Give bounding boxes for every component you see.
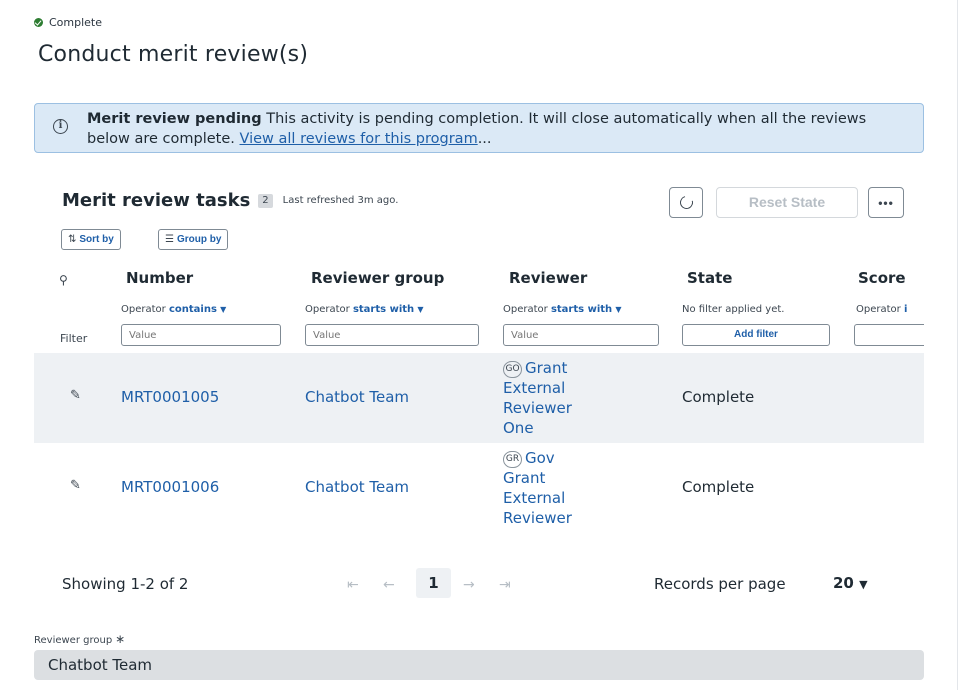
row-reviewer-link[interactable]: GO Grant External Reviewer One [503,358,613,438]
next-page-icon[interactable]: → [463,577,475,593]
last-page-icon[interactable]: ⇥ [499,577,511,593]
operator-value: i [903,304,908,315]
column-header-reviewer[interactable]: Reviewer [509,269,587,287]
reviewer-name-part: External [503,489,566,507]
banner-heading: Merit review pending [87,111,262,127]
operator-prefix: Operator [503,304,548,315]
table-row: ✎ MRT0001005 Chatbot Team GO Grant Extern… [34,353,924,443]
column-header-reviewer-group[interactable]: Reviewer group [311,269,444,287]
add-filter-button[interactable]: Add filter [682,324,830,346]
operator-value: contains [168,304,217,315]
avatar: GR [503,451,522,468]
filter-row-label: Filter [60,332,88,345]
reviewer-name-part: Gov [525,449,555,467]
sort-by-button[interactable]: ⇅ Sort by [61,229,121,250]
avatar: GO [503,361,522,378]
edit-pencil-icon[interactable]: ✎ [70,388,81,403]
operator-prefix: Operator [305,304,350,315]
row-state: Complete [682,478,755,496]
records-per-page-value: 20 [833,574,854,592]
sort-by-label: Sort by [79,234,114,245]
pending-banner: i Merit review pending This activity is … [34,103,924,153]
reviewer-name-part: Reviewer [503,509,572,527]
row-number-link[interactable]: MRT0001005 [121,388,219,406]
reviewer-name-part: External [503,379,566,397]
more-options-button[interactable]: ••• [868,187,904,218]
list-icon: ☰ [165,234,174,245]
last-refreshed-text: Last refreshed 3m ago. [282,195,399,206]
reviewer-group-field-label: Reviewer group ∗ [34,632,125,646]
showing-count-text: Showing 1-2 of 2 [62,575,189,593]
sort-icon: ⇅ [68,234,77,245]
current-page[interactable]: 1 [416,568,451,598]
record-count-badge: 2 [258,193,273,208]
banner-link-suffix: ... [477,131,492,147]
info-icon: i [53,119,68,134]
reset-state-button[interactable]: Reset State [716,187,858,218]
operator-prefix: Operator [856,304,901,315]
group-by-button[interactable]: ☰ Group by [158,229,229,250]
row-reviewer-group-link[interactable]: Chatbot Team [305,388,409,406]
page-title: Conduct merit review(s) [38,42,309,67]
group-by-label: Group by [176,234,222,245]
reviewer-filter-input[interactable] [503,324,659,346]
row-reviewer-link[interactable]: GR Gov Grant External Reviewer [503,448,613,528]
row-state: Complete [682,388,755,406]
operator-prefix: Operator [121,304,166,315]
column-header-score[interactable]: Score [858,269,906,287]
caret-down-icon: ▼ [220,305,227,314]
required-asterisk-icon: ∗ [115,632,126,646]
records-per-page-label: Records per page [654,575,786,593]
list-header: Merit review tasks 2 Last refreshed 3m a… [62,190,398,211]
row-number-link[interactable]: MRT0001006 [121,478,219,496]
reviewer-name-part: Grant [525,359,568,377]
status-label: Complete [49,16,103,29]
state-no-filter-text: No filter applied yet. [682,304,785,315]
field-label-text: Reviewer group [34,635,113,646]
refresh-icon [677,193,695,212]
list-title: Merit review tasks [62,190,251,211]
records-per-page-select[interactable]: 20 ▼ [833,574,868,592]
check-circle-icon [34,18,43,27]
score-filter-input[interactable] [854,324,924,346]
operator-number[interactable]: Operator contains ▼ [121,304,226,315]
column-header-number[interactable]: Number [126,269,193,287]
operator-reviewer[interactable]: Operator starts with ▼ [503,304,622,315]
status-indicator: Complete [34,16,102,29]
operator-score[interactable]: Operator i [856,304,907,315]
refresh-button[interactable] [669,187,703,218]
number-filter-input[interactable] [121,324,281,346]
personalize-list-icon[interactable]: ⚲ [59,273,68,287]
form-frame: Complete Conduct merit review(s) i Merit… [0,0,958,690]
row-reviewer-group-link[interactable]: Chatbot Team [305,478,409,496]
previous-page-icon[interactable]: ← [383,577,395,593]
column-header-state[interactable]: State [687,269,732,287]
caret-down-icon: ▼ [615,305,622,314]
reviewer-name-part: Grant [503,469,546,487]
operator-value: starts with [550,304,613,315]
caret-down-icon: ▼ [859,578,868,591]
operator-reviewer-group[interactable]: Operator starts with ▼ [305,304,424,315]
reviewer-group-filter-input[interactable] [305,324,479,346]
view-all-reviews-link[interactable]: View all reviews for this program [240,131,478,147]
reviewer-name-part: One [503,419,534,437]
reviewer-name-part: Reviewer [503,399,572,417]
table-row: ✎ MRT0001006 Chatbot Team GR Gov Grant Ex… [34,443,924,533]
first-page-icon[interactable]: ⇤ [347,577,359,593]
operator-value: starts with [352,304,415,315]
caret-down-icon: ▼ [417,305,424,314]
reviewer-group-field: Chatbot Team [34,650,924,680]
edit-pencil-icon[interactable]: ✎ [70,478,81,493]
